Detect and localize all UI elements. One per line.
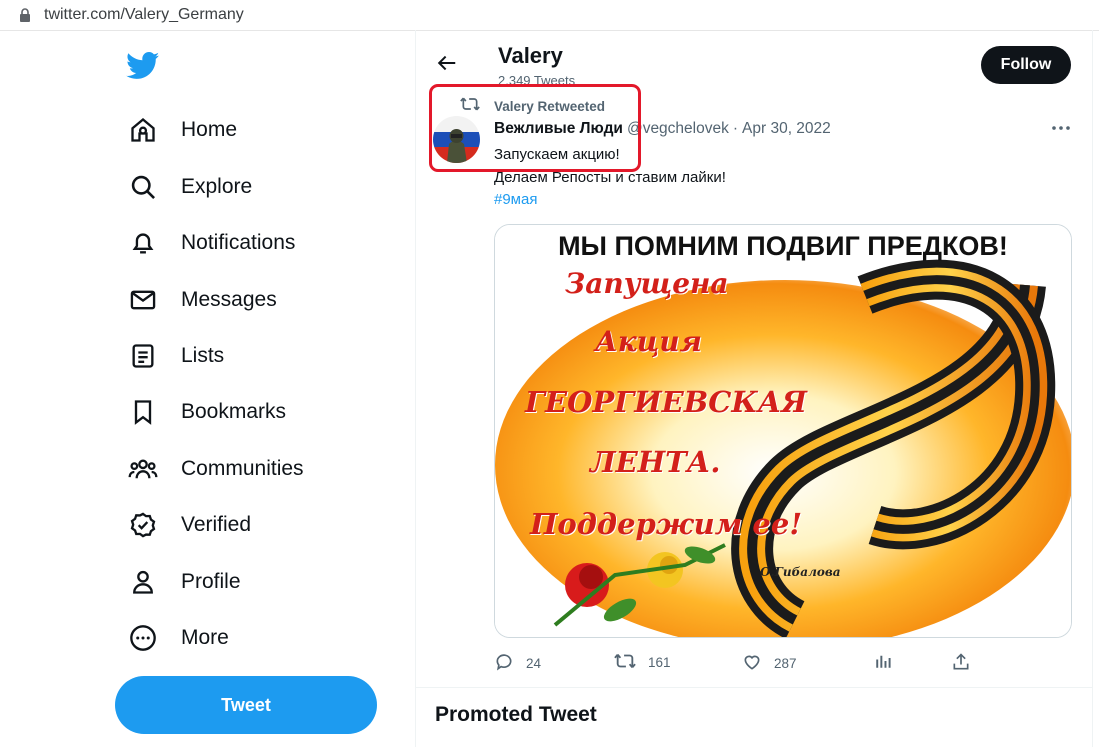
nav-label-lists: Lists [181, 344, 225, 367]
more-options-icon[interactable] [1050, 121, 1074, 137]
image-text-line: ГЕОРГИЕВСКАЯ [525, 385, 807, 419]
like-count: 287 [774, 656, 797, 671]
meta-separator: · [732, 120, 739, 137]
lock-icon [18, 8, 32, 22]
tweet-image[interactable]: МЫ ПОМНИМ ПОДВИГ ПРЕДКОВ! Запущена Акция… [494, 224, 1072, 638]
image-text-line: Поддержим ее! [530, 507, 803, 541]
hashtag-link[interactable]: #9мая [494, 191, 537, 208]
reply-count: 24 [526, 656, 542, 671]
nav-item-verified[interactable]: Verified [126, 505, 251, 545]
nav-item-communities[interactable]: Communities [126, 449, 304, 489]
analytics-action[interactable] [874, 652, 892, 673]
share-action[interactable] [951, 652, 971, 675]
nav-label-notifications: Notifications [181, 231, 296, 254]
nav-item-home[interactable]: Home [126, 110, 237, 150]
reply-action[interactable]: 24 [494, 652, 541, 675]
image-text-line: Акция [595, 325, 702, 358]
highlight-annotation-box [429, 84, 641, 172]
follow-button[interactable]: Follow [981, 46, 1071, 84]
analytics-icon [874, 652, 892, 673]
retweet-icon [614, 652, 636, 673]
nav-item-profile[interactable]: Profile [126, 562, 241, 602]
nav-label-explore: Explore [181, 175, 253, 198]
retweet-count: 161 [648, 655, 671, 670]
heart-icon [742, 652, 762, 675]
sidebar: Home Explore Notifications Messages List… [0, 30, 415, 747]
nav-item-bookmarks[interactable]: Bookmarks [126, 392, 286, 432]
image-signature: О.Гибалова [760, 565, 841, 579]
nav-label-messages: Messages [181, 288, 277, 311]
nav-label-more: More [181, 626, 229, 649]
nav-label-communities: Communities [181, 457, 304, 480]
tweet-date[interactable]: Apr 30, 2022 [742, 120, 831, 138]
nav-item-lists[interactable]: Lists [126, 336, 224, 376]
verified-badge-icon [126, 508, 160, 542]
person-icon [126, 565, 160, 599]
nav-label-verified: Verified [181, 513, 252, 536]
image-text-line: Запущена [565, 267, 729, 300]
more-circle-icon [126, 621, 160, 655]
nav-item-more[interactable]: More [126, 618, 229, 658]
tweet-button[interactable]: Tweet [115, 676, 377, 734]
nav-item-explore[interactable]: Explore [126, 167, 252, 207]
nav-item-messages[interactable]: Messages [126, 280, 277, 320]
list-icon [126, 339, 160, 373]
bell-icon [126, 226, 160, 260]
url-text[interactable]: twitter.com/Valery_Germany [44, 6, 244, 24]
author-handle[interactable]: @vegchelovek [627, 120, 729, 138]
nav-label-home: Home [181, 118, 238, 141]
browser-url-bar[interactable]: twitter.com/Valery_Germany [0, 0, 1099, 31]
bookmark-icon [126, 395, 160, 429]
envelope-icon [126, 283, 160, 317]
reply-icon [494, 652, 514, 675]
profile-name-header: Valery [498, 43, 563, 68]
promoted-tweet-heading: Promoted Tweet [435, 703, 597, 726]
search-icon [126, 170, 160, 204]
divider [416, 687, 1092, 688]
people-icon [126, 452, 160, 486]
like-action[interactable]: 287 [742, 652, 797, 675]
nav-label-profile: Profile [181, 570, 241, 593]
nav-label-bookmarks: Bookmarks [181, 400, 287, 423]
twitter-bird-icon[interactable] [126, 52, 162, 82]
image-text-line: ЛЕНТА. [590, 445, 721, 479]
image-headline: МЫ ПОМНИМ ПОДВИГ ПРЕДКОВ! [558, 231, 1008, 261]
share-icon [951, 652, 971, 675]
retweet-action[interactable]: 161 [614, 652, 671, 673]
nav-item-notifications[interactable]: Notifications [126, 223, 295, 263]
home-icon [126, 113, 160, 147]
back-arrow-icon[interactable] [436, 52, 460, 76]
